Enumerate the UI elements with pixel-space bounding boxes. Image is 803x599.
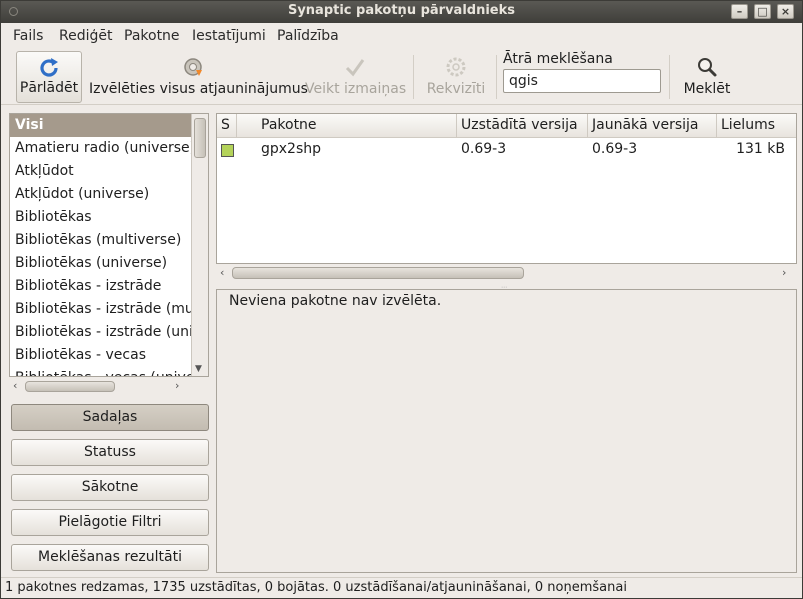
menu-rediget[interactable]: Rediģēt [59,28,112,44]
properties-gear-icon [446,57,466,77]
search-button[interactable]: Meklēt [677,51,737,103]
window-title: Synaptic pakotņu pārvaldnieks [287,3,516,18]
mark-all-upgrades-button[interactable]: Izvēlēties visus atjauninājumus [89,51,308,103]
category-item[interactable]: Bibliotēkas [10,206,191,229]
close-button[interactable]: × [777,4,794,19]
apply-label: Veikt izmaiņas [305,81,407,97]
status-text: 1 pakotnes redzamas, 1735 uzstādītas, 0 … [5,580,627,595]
properties-button[interactable]: Rekvizīti [421,51,491,103]
chevron-right-icon[interactable]: › [782,266,786,279]
category-item[interactable]: Atkļūdot [10,160,191,183]
details-text: Neviena pakotne nav izvēlēta. [229,293,442,309]
reload-icon [40,58,58,77]
column-header-latest-version[interactable]: Jaunākā versija [588,114,717,138]
table-horizontal-scrollbar[interactable]: ‹ › [216,265,797,282]
scroll-thumb[interactable] [232,267,524,279]
category-item[interactable]: Bibliotēkas - vecas (universe) [10,367,191,376]
category-item[interactable]: Bibliotēkas (universe) [10,252,191,275]
column-header-status[interactable]: S [217,114,237,138]
category-item[interactable]: Amatieru radio (universe) [10,137,191,160]
filter-sections-button[interactable]: Sadaļas [11,404,209,431]
toolbar-separator [413,55,414,99]
quick-search-label: Ātrā meklēšana [503,51,613,67]
latest-version-cell: 0.69-3 [592,141,638,157]
menubar: Fails Rediģēt Pakotne Iestatījumi Palīdz… [1,23,802,47]
category-horizontal-scrollbar[interactable]: ‹ › [9,378,189,394]
apply-check-icon [345,59,365,77]
toolbar-separator [496,55,497,99]
scroll-thumb[interactable] [194,118,206,158]
maximize-button[interactable]: □ [754,4,771,19]
size-cell: 131 kB [736,141,785,157]
chevron-right-icon[interactable]: › [175,379,179,392]
chevron-down-icon[interactable]: ▼ [195,364,202,374]
status-bar: 1 pakotnes redzamas, 1735 uzstādītas, 0 … [1,577,802,598]
menu-fails[interactable]: Fails [13,28,43,44]
package-table[interactable]: S Pakotne Uzstādītā versija Jaunākā vers… [216,113,797,264]
category-item[interactable]: Visi [10,114,191,137]
pane-resize-handle[interactable]: ⋯ [501,284,511,291]
menu-iestatijumi[interactable]: Iestatījumi [192,28,266,44]
category-item[interactable]: Bibliotēkas - vecas [10,344,191,367]
status-cell[interactable] [217,140,237,162]
search-icon [698,58,717,77]
scroll-thumb[interactable] [25,381,115,392]
filter-search-results-button[interactable]: Meklēšanas rezultāti [11,544,209,571]
search-button-label: Meklēt [683,81,731,97]
apply-button[interactable]: Veikt izmaiņas [305,51,407,103]
filter-status-button[interactable]: Statuss [11,439,209,466]
menu-pakotne[interactable]: Pakotne [124,28,180,44]
properties-label: Rekvizīti [426,81,486,97]
category-vertical-scrollbar[interactable]: ▼ [191,114,208,376]
reload-button[interactable]: Pārlādēt [16,51,82,103]
column-header-size[interactable]: Lielums [717,114,796,138]
reload-label: Pārlādēt [19,80,79,96]
mark-all-label: Izvēlēties visus atjauninājumus [89,81,308,97]
chevron-left-icon[interactable]: ‹ [220,266,224,279]
synaptic-window: Synaptic pakotņu pārvaldnieks – □ × Fail… [0,0,803,599]
title-bar: Synaptic pakotņu pārvaldnieks – □ × [1,1,802,23]
package-name-cell: gpx2shp [261,141,322,157]
filter-custom-button[interactable]: Pielāgotie Filtri [11,509,209,536]
category-item[interactable]: Atkļūdot (universe) [10,183,191,206]
toolbar-separator [669,55,670,99]
column-header-package[interactable]: Pakotne [257,114,457,138]
quick-search-input[interactable] [503,69,661,93]
category-item[interactable]: Bibliotēkas - izstrāde (universe) [10,321,191,344]
chevron-left-icon[interactable]: ‹ [13,379,17,392]
category-item[interactable]: Bibliotēkas - izstrāde [10,275,191,298]
toolbar: Pārlādēt Izvēlēties visus atjauninājumus… [1,47,802,105]
package-details-pane: Neviena pakotne nav izvēlēta. [216,289,797,573]
column-header-installed-version[interactable]: Uzstādītā versija [457,114,588,138]
upgrade-gear-icon [184,58,202,76]
category-item[interactable]: Bibliotēkas (multiverse) [10,229,191,252]
menu-palidziba[interactable]: Palīdzība [277,28,339,44]
category-item[interactable]: Bibliotēkas - izstrāde (multiverse) [10,298,191,321]
installed-status-icon[interactable] [221,144,234,157]
installed-version-cell: 0.69-3 [461,141,507,157]
filter-origin-button[interactable]: Sākotne [11,474,209,501]
minimize-button[interactable]: – [731,4,748,19]
category-list[interactable]: Visi Amatieru radio (universe) Atkļūdot … [9,113,209,377]
